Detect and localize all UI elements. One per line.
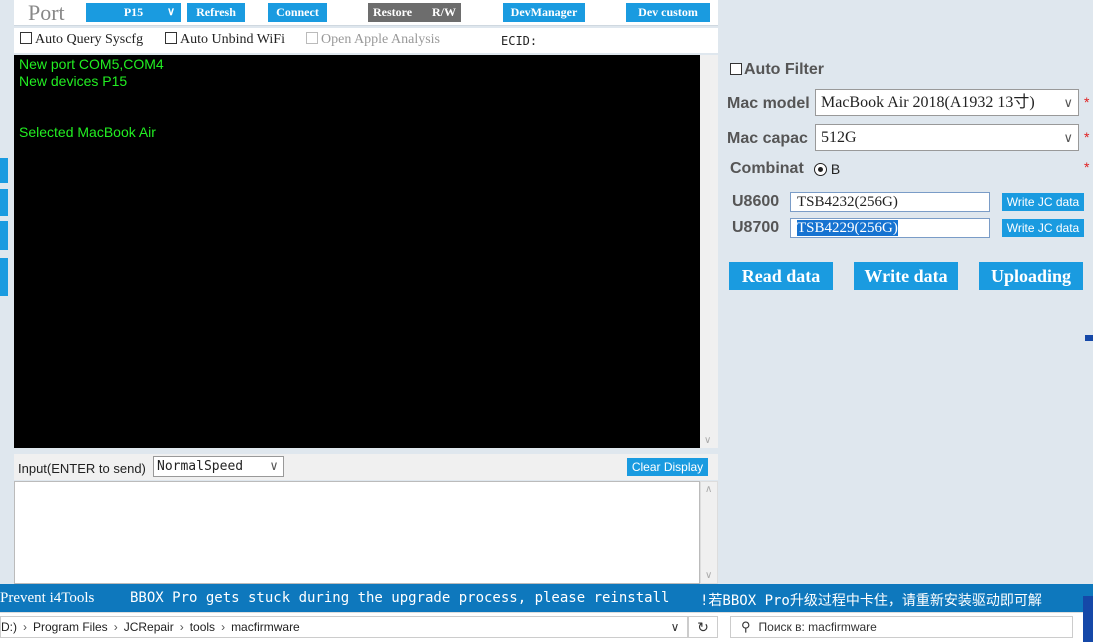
edge-tab[interactable]: [0, 258, 8, 296]
required-star: *: [1084, 129, 1090, 145]
chevron-down-icon: ∨: [1063, 130, 1073, 145]
mac-model-select[interactable]: MacBook Air 2018(A1932 13寸) ∨: [815, 89, 1079, 116]
chevron-right-icon: ›: [179, 620, 184, 634]
chevron-down-icon[interactable]: ∨: [663, 617, 687, 637]
dev-custom-button[interactable]: Dev custom: [626, 3, 710, 22]
breadcrumb-item[interactable]: tools: [190, 620, 215, 634]
required-star: *: [1084, 159, 1090, 175]
console-output: New port COM5,COM4 New devices P15 Selec…: [14, 55, 700, 448]
marquee-right-text: !若BBOX Pro升级过程中卡住，请重新安装驱动即可解: [700, 593, 1042, 609]
input-label: Input(ENTER to send): [18, 461, 146, 476]
window-edge-strip: [1085, 335, 1093, 341]
auto-query-syscfg-checkbox[interactable]: Auto Query Syscfg: [20, 32, 143, 48]
chevron-right-icon: ›: [221, 620, 226, 634]
combinat-label: Combinat: [730, 160, 804, 177]
breadcrumb-item[interactable]: JCRepair: [124, 620, 174, 634]
marquee-bar: Prevent i4Tools BBOX Pro gets stuck duri…: [0, 584, 1093, 612]
u8600-input[interactable]: TSB4232(256G): [790, 192, 990, 212]
open-apple-label: Open Apple Analysis: [321, 32, 440, 47]
breadcrumb-item[interactable]: D:): [1, 620, 17, 634]
refresh-button[interactable]: Refresh: [187, 3, 245, 22]
search-input[interactable]: ⚲ Поиск в: macfirmware: [730, 616, 1073, 638]
chevron-right-icon: ›: [23, 620, 27, 634]
search-placeholder: Поиск в: macfirmware: [758, 620, 877, 634]
port-select-value: P15: [123, 5, 144, 19]
uploading-button[interactable]: Uploading: [979, 262, 1083, 290]
auto-unbind-wifi-checkbox[interactable]: Auto Unbind WiFi: [165, 32, 285, 48]
refresh-icon[interactable]: ↻: [688, 616, 718, 638]
send-textarea[interactable]: [14, 481, 700, 584]
search-icon: ⚲: [741, 619, 751, 634]
u8600-label: U8600: [732, 193, 780, 210]
u8600-value: TSB4232(256G): [797, 194, 898, 210]
console-line: New port COM5,COM4: [19, 56, 164, 72]
u8700-input[interactable]: TSB4229(256G): [790, 218, 990, 238]
input-row: Input(ENTER to send) NormalSpeed ∨ Clear…: [14, 454, 718, 480]
mac-model-value: MacBook Air 2018(A1932 13寸): [821, 94, 1035, 111]
breadcrumb-item[interactable]: Program Files: [33, 620, 108, 634]
write-jc-data-u8700-button[interactable]: Write JC data: [1002, 219, 1084, 237]
open-apple-analysis-checkbox: Open Apple Analysis: [306, 32, 440, 48]
dev-manager-button[interactable]: DevManager: [503, 3, 585, 22]
edge-tab[interactable]: [0, 221, 8, 250]
auto-query-label: Auto Query Syscfg: [35, 32, 144, 47]
write-jc-data-u8600-button[interactable]: Write JC data: [1002, 193, 1084, 211]
options-row: Auto Query Syscfg Auto Unbind WiFi Open …: [14, 28, 718, 53]
breadcrumb[interactable]: D:) › Program Files › JCRepair › tools › macfirm…: [0, 616, 688, 638]
explorer-bar: D:) › Program Files › JCRepair › tools › macfirm…: [0, 612, 1093, 642]
checkbox-box: [165, 32, 177, 44]
mac-model-label: Mac model: [727, 95, 810, 112]
mac-capac-select[interactable]: 512G ∨: [815, 124, 1079, 151]
mac-capac-value: 512G: [821, 129, 857, 146]
chevron-down-icon: ∨: [166, 6, 175, 18]
breadcrumb-item[interactable]: macfirmware: [231, 620, 300, 634]
speed-select[interactable]: NormalSpeed ∨: [153, 456, 284, 477]
chevron-up-icon[interactable]: ∧: [705, 484, 712, 495]
u8700-label: U8700: [732, 219, 780, 236]
console-scrollbar[interactable]: ∨: [700, 55, 718, 448]
rw-label: R/W: [432, 5, 456, 19]
send-scrollbar[interactable]: ∧ ∨: [700, 481, 718, 584]
auto-filter-label: Auto Filter: [744, 61, 824, 78]
chevron-right-icon: ›: [113, 620, 118, 634]
window-edge-strip: [1083, 596, 1093, 642]
combinat-option-label: B: [830, 161, 841, 177]
checkbox-box: [306, 32, 318, 44]
read-data-button[interactable]: Read data: [729, 262, 833, 290]
chevron-down-icon[interactable]: ∨: [705, 570, 712, 581]
port-label: Port: [28, 0, 65, 25]
combinat-radio-b[interactable]: B: [814, 161, 840, 177]
chevron-down-icon: ∨: [270, 459, 278, 474]
clear-display-button[interactable]: Clear Display: [627, 458, 708, 476]
edge-tab[interactable]: [0, 158, 8, 183]
required-star: *: [1084, 94, 1090, 110]
connect-button[interactable]: Connect: [268, 3, 327, 22]
chevron-down-icon[interactable]: ∨: [704, 435, 711, 446]
radio-selected-icon: [814, 163, 827, 176]
console-line: Selected MacBook Air: [19, 124, 156, 140]
u8700-value: TSB4229(256G): [797, 220, 898, 236]
marquee-left-text: Prevent i4Tools: [0, 590, 95, 606]
mac-capac-label: Mac capac: [727, 130, 808, 147]
speed-select-value: NormalSpeed: [157, 459, 244, 474]
console-line: New devices P15: [19, 73, 128, 89]
auto-unbind-label: Auto Unbind WiFi: [180, 32, 285, 47]
restore-label: Restore: [373, 5, 413, 19]
write-data-button[interactable]: Write data: [854, 262, 958, 290]
checkbox-box: [730, 63, 742, 75]
auto-filter-checkbox[interactable]: Auto Filter: [730, 61, 824, 79]
edge-tab[interactable]: [0, 189, 8, 216]
ecid-label: ECID:: [501, 34, 538, 48]
port-select[interactable]: P15 ∨: [86, 3, 181, 22]
restore-rw-button[interactable]: Restore R/W: [368, 3, 461, 22]
chevron-down-icon: ∨: [1063, 95, 1073, 110]
checkbox-box: [20, 32, 32, 44]
marquee-middle-text: BBOX Pro gets stuck during the upgrade p…: [130, 590, 670, 606]
